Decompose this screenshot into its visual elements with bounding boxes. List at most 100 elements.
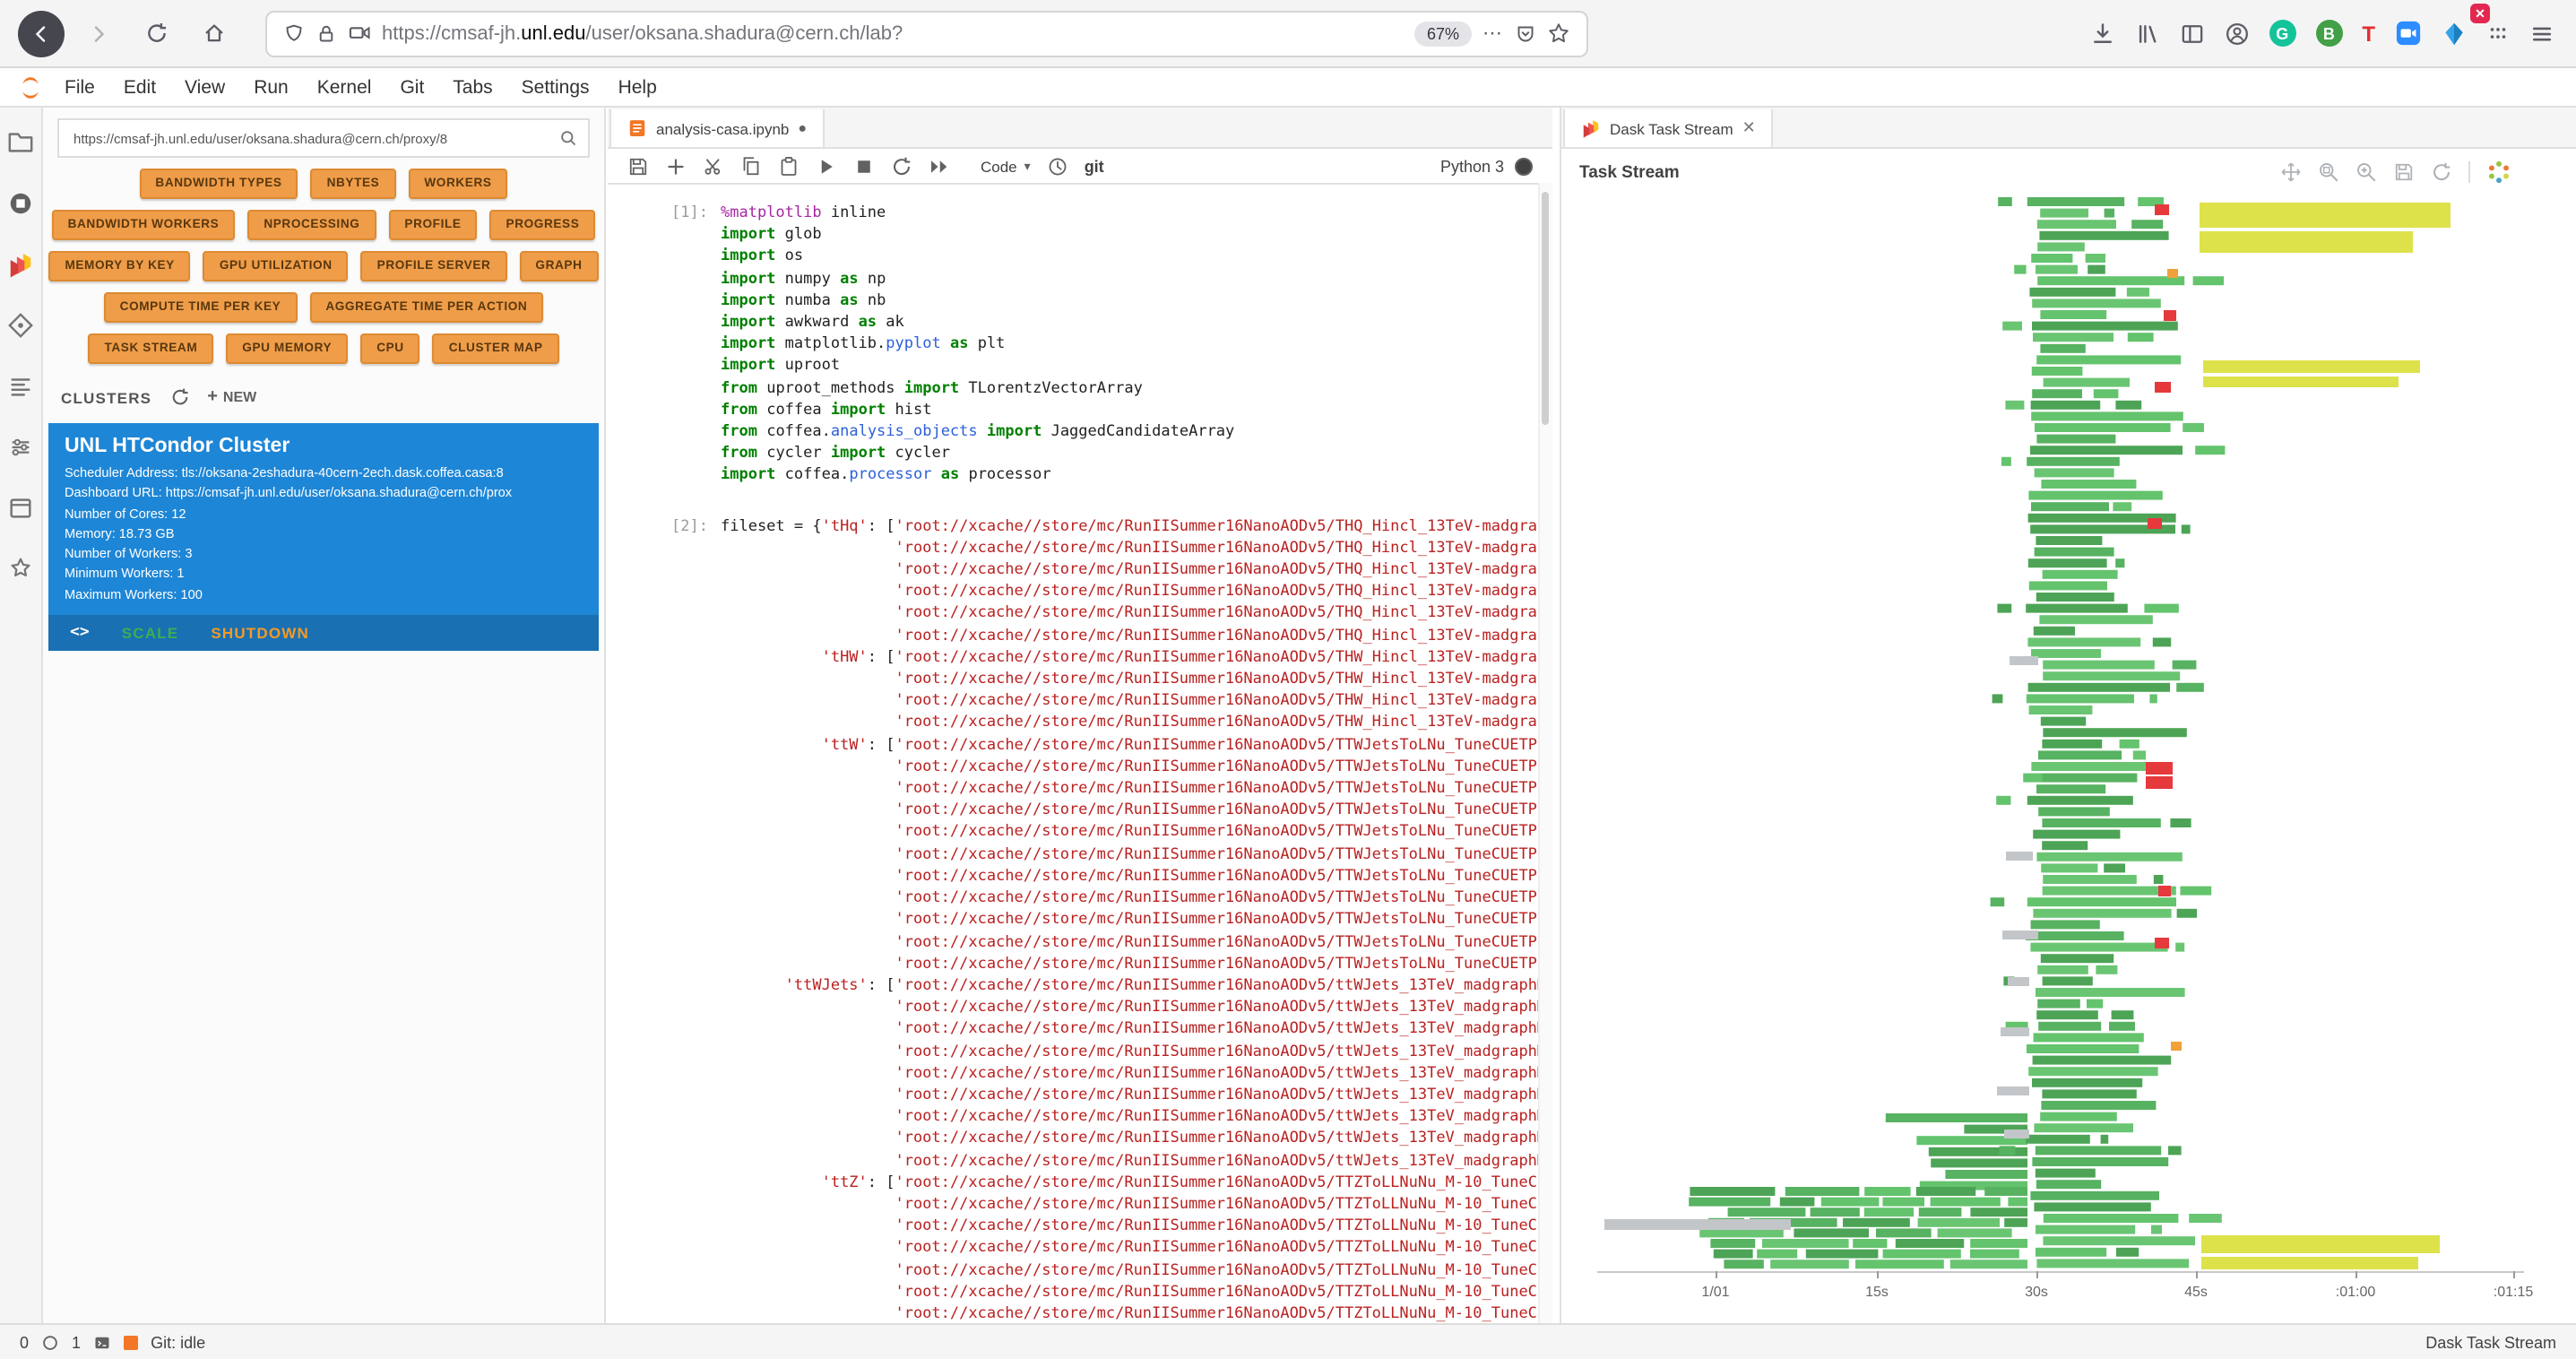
bookmark-star-icon[interactable] (1547, 22, 1570, 45)
download-icon[interactable] (2089, 21, 2114, 46)
kernel-indicator[interactable]: Python 3 (1440, 157, 1533, 175)
toc-icon[interactable] (7, 373, 34, 400)
refresh-clusters-icon[interactable] (169, 387, 189, 407)
menu-git[interactable]: Git (385, 76, 438, 98)
reset-plot-tool-icon[interactable] (2431, 161, 2452, 183)
zoom-level-badge[interactable]: 67% (1414, 21, 1472, 46)
green-extension-icon[interactable]: B (2315, 20, 2342, 47)
git-sidebar-icon[interactable] (7, 312, 34, 339)
tab-dask-task-stream[interactable]: Dask Task Stream ✕ (1563, 109, 1774, 147)
dask-dashboard-button[interactable]: BANDWIDTH TYPES (139, 169, 298, 199)
kite-extension-icon[interactable] (2442, 21, 2467, 46)
open-tabs-icon[interactable] (7, 495, 34, 522)
shutdown-cluster-button[interactable]: SHUTDOWN (211, 624, 309, 642)
dask-dashboard-button[interactable]: PROGRESS (490, 210, 596, 240)
dask-dashboard-button[interactable]: AGGREGATE TIME PER ACTION (309, 292, 543, 323)
inject-code-icon[interactable]: <> (70, 624, 90, 642)
dask-sidebar-icon[interactable] (7, 251, 34, 278)
menu-edit[interactable]: Edit (109, 76, 170, 98)
dask-dashboard-button[interactable]: WORKERS (408, 169, 507, 199)
sidebar-toggle-icon[interactable] (2179, 21, 2204, 46)
dask-dashboard-button[interactable]: PROFILE SERVER (361, 251, 507, 281)
menu-kernel[interactable]: Kernel (303, 76, 386, 98)
save-button[interactable] (627, 155, 649, 177)
forward-button[interactable] (75, 10, 122, 56)
bokeh-logo-icon[interactable] (2486, 160, 2511, 185)
task-stream-plot[interactable] (1597, 195, 2524, 1271)
code-cell-1[interactable]: [1]: %matplotlib inlineimport globimport… (608, 203, 1552, 487)
tab-analysis-casa[interactable]: analysis-casa.ipynb ● (609, 109, 825, 147)
scale-cluster-button[interactable]: SCALE (122, 624, 179, 642)
code-cell-2[interactable]: [2]: fileset = {'tHq': ['root://xcache//… (608, 515, 1552, 1323)
run-cell-button[interactable] (816, 155, 837, 177)
library-icon[interactable] (2134, 21, 2159, 46)
menu-help[interactable]: Help (604, 76, 671, 98)
notebook-content[interactable]: [1]: %matplotlib inlineimport globimport… (608, 185, 1552, 1323)
running-sessions-icon[interactable] (7, 190, 34, 217)
grid-apps-icon[interactable] (2486, 22, 2510, 45)
dask-dashboard-button[interactable]: NPROCESSING (247, 210, 376, 240)
url-text[interactable]: https://cmsaf-jh.unl.edu/user/oksana.sha… (382, 22, 1404, 44)
history-icon[interactable] (1047, 155, 1068, 177)
extension-manager-icon[interactable] (7, 556, 34, 583)
grammarly-extension-icon[interactable]: G (2269, 20, 2295, 47)
dask-dashboard-button[interactable]: GPU MEMORY (226, 333, 348, 364)
dask-dashboard-button[interactable]: GRAPH (519, 251, 598, 281)
shield-icon[interactable] (283, 22, 305, 44)
interrupt-kernel-button[interactable] (853, 155, 875, 177)
back-button[interactable] (18, 10, 65, 56)
dask-dashboard-button[interactable]: BANDWIDTH WORKERS (52, 210, 236, 240)
cluster-card[interactable]: UNL HTCondor Cluster Scheduler Address: … (48, 423, 599, 651)
cut-cells-button[interactable] (703, 155, 724, 177)
dask-dashboard-button[interactable]: CPU (360, 333, 420, 364)
restart-run-all-button[interactable] (929, 155, 950, 177)
home-button[interactable] (190, 10, 237, 56)
file-browser-icon[interactable] (7, 129, 34, 156)
menu-settings[interactable]: Settings (507, 76, 604, 98)
scrollbar-thumb[interactable] (1542, 192, 1549, 425)
dask-dashboard-url-input[interactable] (70, 128, 552, 148)
dask-dashboard-button[interactable]: PROFILE (388, 210, 477, 240)
dask-dashboard-button[interactable]: TASK STREAM (89, 333, 214, 364)
notebook-scrollbar[interactable] (1538, 183, 1552, 1323)
new-cluster-button[interactable]: + NEW (207, 387, 256, 407)
red-t-extension-icon[interactable]: T (2362, 21, 2375, 46)
copy-cells-button[interactable] (740, 155, 762, 177)
lock-icon[interactable] (316, 22, 337, 44)
close-icon[interactable]: ✕ (1742, 118, 1756, 138)
recording-indicator-badge[interactable]: ✕ (2470, 4, 2490, 23)
box-zoom-tool-icon[interactable] (2318, 161, 2339, 183)
restart-kernel-button[interactable] (891, 155, 912, 177)
unsaved-changes-dot[interactable]: ● (798, 121, 807, 135)
reload-button[interactable] (133, 10, 179, 56)
hamburger-menu-icon[interactable] (2529, 21, 2554, 46)
paste-cells-button[interactable] (778, 155, 800, 177)
dask-dashboard-button[interactable]: CLUSTER MAP (433, 333, 559, 364)
menu-view[interactable]: View (170, 76, 239, 98)
dask-dashboard-button[interactable]: MEMORY BY KEY (48, 251, 190, 281)
git-status[interactable]: Git: idle (151, 1333, 205, 1351)
save-plot-tool-icon[interactable] (2393, 161, 2415, 183)
cell2-code[interactable]: fileset = {'tHq': ['root://xcache//store… (721, 515, 1552, 1323)
dask-dashboard-button[interactable]: NBYTES (311, 169, 396, 199)
dask-dashboard-button[interactable]: GPU UTILIZATION (203, 251, 349, 281)
cell-type-select[interactable]: Code ▾ (981, 157, 1031, 175)
cell1-code[interactable]: %matplotlib inlineimport globimport osim… (721, 203, 1552, 487)
menu-tabs[interactable]: Tabs (438, 76, 506, 98)
url-bar[interactable]: https://cmsaf-jh.unl.edu/user/oksana.sha… (265, 10, 1588, 56)
screenshare-icon[interactable] (348, 22, 371, 45)
property-inspector-icon[interactable] (7, 434, 34, 461)
menu-run[interactable]: Run (239, 76, 303, 98)
pocket-icon[interactable] (1515, 22, 1536, 44)
account-icon[interactable] (2224, 21, 2249, 46)
pan-tool-icon[interactable] (2280, 161, 2302, 183)
dask-dashboard-button[interactable]: COMPUTE TIME PER KEY (104, 292, 298, 323)
page-actions-icon[interactable]: ⋯ (1482, 22, 1504, 45)
status-bar-right-label[interactable]: Dask Task Stream (2425, 1333, 2556, 1351)
wheel-zoom-tool-icon[interactable] (2356, 161, 2377, 183)
zoom-app-icon[interactable] (2395, 20, 2422, 47)
search-icon[interactable] (559, 129, 577, 147)
add-cell-button[interactable] (665, 155, 687, 177)
git-toolbar-label[interactable]: git (1085, 157, 1104, 175)
menu-file[interactable]: File (50, 76, 109, 98)
